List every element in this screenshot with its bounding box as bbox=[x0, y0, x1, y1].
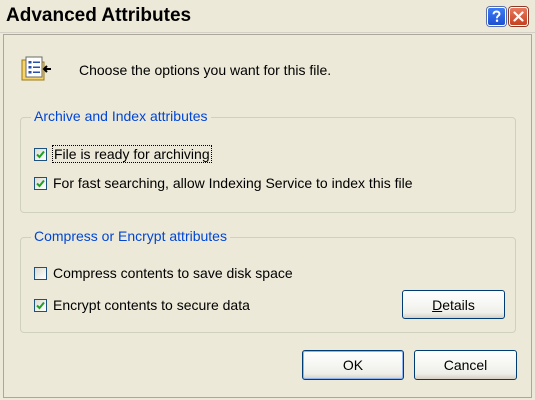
advanced-attributes-dialog: Advanced Attributes Choose the options y… bbox=[0, 0, 535, 400]
archiving-checkbox[interactable] bbox=[34, 147, 47, 161]
archiving-label[interactable]: File is ready for archiving bbox=[52, 145, 212, 163]
details-button-label: Details bbox=[432, 296, 475, 313]
encrypt-label[interactable]: Encrypt contents to secure data bbox=[53, 297, 250, 313]
close-button[interactable] bbox=[509, 7, 528, 26]
help-button[interactable] bbox=[487, 7, 506, 26]
indexing-checkbox[interactable] bbox=[34, 176, 47, 190]
details-button[interactable]: Details bbox=[402, 290, 505, 319]
dialog-client-border bbox=[3, 34, 532, 398]
compress-checkbox[interactable] bbox=[34, 266, 47, 280]
ok-button[interactable]: OK bbox=[302, 350, 404, 380]
encrypt-checkbox[interactable] bbox=[34, 298, 47, 312]
title-separator bbox=[0, 32, 535, 33]
indexing-checkbox-row[interactable]: For fast searching, allow Indexing Servi… bbox=[34, 175, 413, 191]
folder-properties-icon bbox=[21, 56, 51, 81]
title-bar[interactable]: Advanced Attributes bbox=[0, 0, 535, 32]
compress-checkbox-row[interactable]: Compress contents to save disk space bbox=[34, 265, 293, 281]
check-mark-icon bbox=[36, 179, 45, 187]
indexing-label[interactable]: For fast searching, allow Indexing Servi… bbox=[53, 175, 413, 191]
compress-label[interactable]: Compress contents to save disk space bbox=[53, 265, 293, 281]
cancel-button-label: Cancel bbox=[443, 357, 488, 373]
intro-text: Choose the options you want for this fil… bbox=[79, 62, 332, 78]
check-mark-icon bbox=[36, 150, 45, 158]
question-mark-icon bbox=[492, 10, 501, 22]
archive-group-legend: Archive and Index attributes bbox=[31, 108, 211, 124]
compress-group-legend: Compress or Encrypt attributes bbox=[31, 228, 230, 244]
archive-index-group: Archive and Index attributes bbox=[20, 108, 516, 213]
window-title: Advanced Attributes bbox=[6, 5, 192, 26]
archiving-checkbox-row[interactable]: File is ready for archiving bbox=[34, 145, 212, 163]
encrypt-checkbox-row[interactable]: Encrypt contents to secure data bbox=[34, 297, 250, 313]
ok-button-label: OK bbox=[342, 357, 364, 373]
cancel-button[interactable]: Cancel bbox=[414, 350, 517, 380]
check-mark-icon bbox=[36, 301, 45, 309]
close-icon bbox=[513, 11, 524, 22]
